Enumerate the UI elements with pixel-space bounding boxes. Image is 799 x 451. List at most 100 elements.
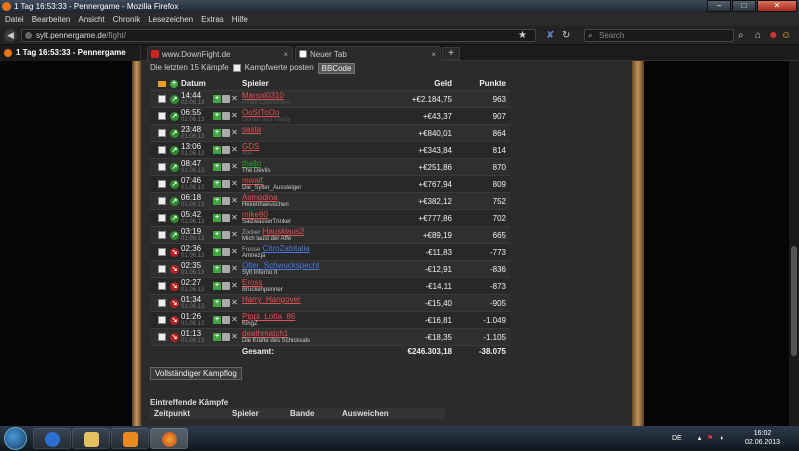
row-checkbox[interactable]	[158, 129, 166, 137]
player-band[interactable]: Pirate Connection	[242, 100, 290, 107]
addon-icon[interactable]: ✘	[546, 29, 554, 42]
bag-icon[interactable]	[222, 146, 230, 154]
bbcode-button[interactable]: BBCode	[317, 62, 356, 74]
taskbar-explorer[interactable]	[72, 428, 110, 449]
row-checkbox[interactable]	[158, 316, 166, 324]
menu-ansicht[interactable]: Ansicht	[78, 13, 104, 26]
menu-chronik[interactable]: Chronik	[113, 13, 141, 26]
add-icon[interactable]: +	[213, 112, 221, 120]
add-icon[interactable]: +	[213, 197, 221, 205]
volume-icon[interactable]: ◖	[719, 435, 723, 442]
add-icon[interactable]: +	[213, 333, 221, 341]
bag-icon[interactable]	[222, 163, 230, 171]
delete-icon[interactable]: ✕	[231, 231, 238, 239]
row-checkbox[interactable]	[158, 180, 166, 188]
player-link[interactable]: Harry_Hangover	[242, 295, 301, 304]
row-checkbox[interactable]	[158, 333, 166, 341]
bag-icon[interactable]	[222, 112, 230, 120]
url-bar[interactable]: sylt.pennergame.de/fight/	[21, 29, 536, 42]
delete-icon[interactable]: ✕	[231, 316, 238, 324]
row-checkbox[interactable]	[158, 248, 166, 256]
player-band[interactable]: 404	[242, 151, 252, 158]
menu-lesezeichen[interactable]: Lesezeichen	[148, 13, 193, 26]
bag-icon[interactable]	[222, 214, 230, 222]
network-warning-icon[interactable]: ⚑	[707, 435, 713, 442]
add-icon[interactable]: +	[213, 163, 221, 171]
scrollbar-thumb[interactable]	[791, 246, 797, 356]
search-field[interactable]: ⌕ Search	[584, 29, 734, 42]
bag-icon[interactable]	[222, 180, 230, 188]
player-link[interactable]: Asmodina	[242, 193, 278, 202]
menu-bearbeiten[interactable]: Bearbeiten	[32, 13, 71, 26]
player-band[interactable]: KingZ	[242, 321, 258, 328]
delete-icon[interactable]: ✕	[231, 248, 238, 256]
back-icon[interactable]: ◀	[4, 29, 17, 42]
maximize-button[interactable]: □	[732, 0, 756, 12]
player-link[interactable]: Eross	[242, 278, 262, 287]
delete-icon[interactable]: ✕	[231, 214, 238, 222]
row-checkbox[interactable]	[158, 231, 166, 239]
player-link[interactable]: CitroZabitalia	[263, 244, 310, 253]
bookmark-star-icon[interactable]: ★	[518, 29, 527, 42]
row-checkbox[interactable]	[158, 146, 166, 154]
close-button[interactable]: ✕	[757, 0, 797, 12]
taskbar-internet-explorer[interactable]	[33, 428, 71, 449]
bag-icon[interactable]	[222, 299, 230, 307]
player-link[interactable]: mike80	[242, 210, 268, 219]
add-icon[interactable]: +	[213, 129, 221, 137]
tab-downfight[interactable]: www.DownFight.de ×	[147, 46, 293, 61]
bag-icon[interactable]	[222, 95, 230, 103]
player-band[interactable]: SalzwasserTrinker	[242, 219, 291, 226]
delete-icon[interactable]: ✕	[231, 163, 238, 171]
row-checkbox[interactable]	[158, 282, 166, 290]
bag-icon[interactable]	[222, 231, 230, 239]
delete-icon[interactable]: ✕	[231, 333, 238, 341]
reload-icon[interactable]: ↻	[562, 29, 570, 42]
delete-icon[interactable]: ✕	[231, 282, 238, 290]
row-checkbox[interactable]	[158, 265, 166, 273]
add-icon[interactable]: +	[213, 282, 221, 290]
menu-hilfe[interactable]: Hilfe	[232, 13, 248, 26]
tab-new[interactable]: Neuer Tab ×	[295, 46, 441, 61]
add-icon[interactable]: +	[213, 299, 221, 307]
player-link[interactable]: Hausklaus2	[263, 227, 305, 236]
player-link[interactable]: Pippi_Lotta_86	[242, 312, 295, 321]
add-icon[interactable]: +	[213, 248, 221, 256]
row-checkbox[interactable]	[158, 299, 166, 307]
delete-icon[interactable]: ✕	[231, 180, 238, 188]
delete-icon[interactable]: ✕	[231, 299, 238, 307]
tray-arrow-icon[interactable]: ▴	[698, 435, 702, 442]
player-band[interactable]: Amnezja	[242, 253, 265, 260]
bag-icon[interactable]	[222, 316, 230, 324]
minimize-button[interactable]: –	[707, 0, 731, 12]
player-band[interactable]: Sylt Inferno II	[242, 270, 277, 277]
new-tab-button[interactable]: +	[442, 47, 460, 60]
bag-icon[interactable]	[222, 333, 230, 341]
player-link[interactable]: GDS	[242, 142, 259, 151]
taskbar-media-player[interactable]	[111, 428, 149, 449]
add-icon[interactable]: +	[213, 316, 221, 324]
taskbar-firefox[interactable]	[150, 428, 188, 449]
bag-icon[interactable]	[222, 248, 230, 256]
add-icon[interactable]: +	[213, 95, 221, 103]
add-icon[interactable]: +	[213, 146, 221, 154]
player-link[interactable]: deathmatch1	[242, 329, 288, 338]
player-link[interactable]: Marsol0310	[242, 91, 284, 100]
row-checkbox[interactable]	[158, 112, 166, 120]
add-icon[interactable]: +	[213, 231, 221, 239]
player-link[interactable]: mwalf	[242, 176, 263, 185]
addon-face-icon[interactable]: ☻	[768, 29, 779, 42]
player-band[interactable]: Gomar and Sandy	[242, 117, 291, 124]
row-checkbox[interactable]	[158, 95, 166, 103]
bag-icon[interactable]	[222, 282, 230, 290]
windows-start-button[interactable]	[4, 427, 27, 450]
delete-icon[interactable]: ✕	[231, 95, 238, 103]
smiley-icon[interactable]: ☺	[781, 29, 791, 42]
add-icon[interactable]: +	[213, 214, 221, 222]
player-band[interactable]: Mich laust der Affe	[242, 236, 291, 243]
player-link[interactable]: OoStToOo	[242, 108, 279, 117]
language-indicator[interactable]: DE	[672, 435, 682, 442]
menu-datei[interactable]: Datei	[5, 13, 24, 26]
player-band[interactable]: Die_Sylter_Aussteiger	[242, 185, 301, 192]
tab-pennergame[interactable]: 1 Tag 16:53:33 - Pennergame	[0, 45, 141, 61]
